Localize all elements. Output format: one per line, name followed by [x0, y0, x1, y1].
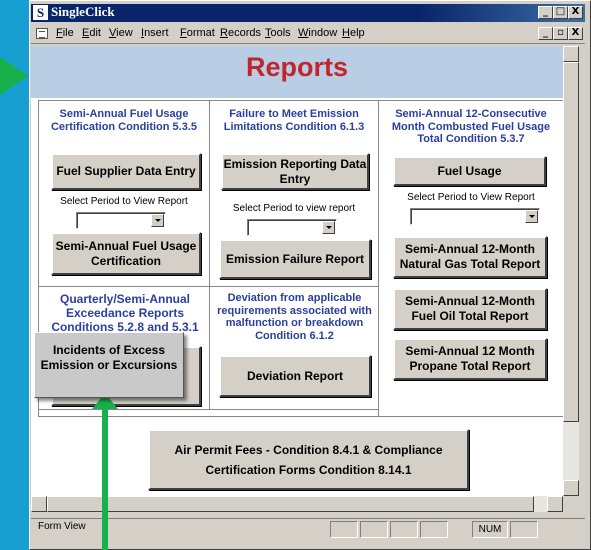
menu-file[interactable]: File: [56, 27, 74, 39]
row-divider: [38, 409, 379, 410]
deviation-report-button[interactable]: Deviation Report: [219, 355, 371, 397]
chevron-down-icon[interactable]: [525, 210, 538, 223]
app-logo-icon: S: [33, 5, 48, 20]
maximize-button[interactable]: □: [553, 6, 568, 19]
form-document-icon[interactable]: [36, 28, 48, 39]
chevron-down-icon[interactable]: [151, 214, 164, 227]
emission-failure-report-button[interactable]: Emission Failure Report: [219, 239, 371, 279]
menu-insert[interactable]: Insert: [141, 27, 169, 39]
status-pane: [360, 521, 388, 538]
doc-restore-button[interactable]: ▫: [553, 27, 568, 40]
fuel-usage-button[interactable]: Fuel Usage: [393, 156, 546, 186]
fuel-supplier-data-entry-button[interactable]: Fuel Supplier Data Entry: [51, 153, 201, 190]
natural-gas-total-report-button[interactable]: Semi-Annual 12-Month Natural Gas Total R…: [393, 236, 547, 278]
status-pane: [330, 521, 358, 538]
select-period-label: Select Period to View Report: [407, 192, 535, 203]
excess-emission-tooltip: Incidents of Excess Emission or Excursio…: [34, 332, 184, 398]
scroll-left-button[interactable]: [31, 496, 47, 512]
exceedance-reports-section-title: Quarterly/Semi-Annual Exceedance Reports…: [51, 292, 199, 334]
status-pane: [420, 521, 448, 538]
row-divider: [38, 286, 379, 287]
menu-view[interactable]: View: [109, 27, 133, 39]
menu-format[interactable]: Format: [180, 27, 215, 39]
column-divider: [209, 100, 210, 410]
column-divider: [378, 100, 379, 417]
scroll-up-button[interactable]: [563, 46, 579, 62]
vertical-scroll-thumb[interactable]: [563, 62, 579, 422]
pointer-arrow-shaft: [102, 400, 108, 550]
chevron-down-icon[interactable]: [322, 221, 335, 234]
num-lock-indicator: NUM: [472, 521, 508, 538]
menu-help[interactable]: Help: [342, 27, 365, 39]
menu-window[interactable]: Window: [298, 27, 337, 39]
period-select[interactable]: [247, 219, 337, 236]
emission-failure-section-title: Failure to Meet Emission Limitations Con…: [223, 108, 365, 133]
page-title: Reports: [245, 52, 348, 82]
select-period-label: Select Period to view report: [232, 203, 356, 214]
propane-total-report-button[interactable]: Semi-Annual 12 Month Propane Total Repor…: [393, 338, 547, 380]
emission-reporting-data-entry-button[interactable]: Emission Reporting Data Entry: [221, 153, 369, 190]
combusted-fuel-section-title: Semi-Annual 12-Consecutive Month Combust…: [391, 108, 551, 145]
status-text: Form View: [38, 521, 86, 532]
fuel-usage-cert-section-title: Semi-Annual Fuel Usage Certification Con…: [50, 108, 198, 133]
minimize-button[interactable]: _: [538, 6, 553, 19]
close-button[interactable]: X: [568, 6, 583, 19]
horizontal-scroll-thumb[interactable]: [47, 496, 534, 512]
period-select[interactable]: [410, 208, 540, 225]
app-title: SingleClick: [51, 4, 115, 19]
menu-records[interactable]: Records: [220, 27, 261, 39]
menu-edit[interactable]: Edit: [82, 27, 101, 39]
doc-minimize-button[interactable]: _: [538, 27, 553, 40]
scroll-down-button[interactable]: [563, 480, 579, 496]
menu-tools[interactable]: Tools: [265, 27, 291, 39]
period-select[interactable]: [76, 212, 166, 229]
semi-annual-fuel-usage-cert-button[interactable]: Semi-Annual Fuel Usage Certification: [51, 232, 201, 275]
deviation-section-title: Deviation from applicable requirements a…: [217, 292, 372, 342]
doc-close-button[interactable]: X: [568, 27, 583, 40]
pointer-arrow-icon: [0, 57, 28, 95]
status-pane: [510, 521, 538, 538]
air-permit-fees-button[interactable]: Air Permit Fees - Condition 8.4.1 & Comp…: [148, 429, 469, 490]
select-period-label: Select Period to View Report: [60, 196, 188, 207]
scroll-right-button[interactable]: [547, 496, 563, 512]
status-pane: [390, 521, 418, 538]
fuel-oil-total-report-button[interactable]: Semi-Annual 12-Month Fuel Oil Total Repo…: [393, 288, 547, 330]
